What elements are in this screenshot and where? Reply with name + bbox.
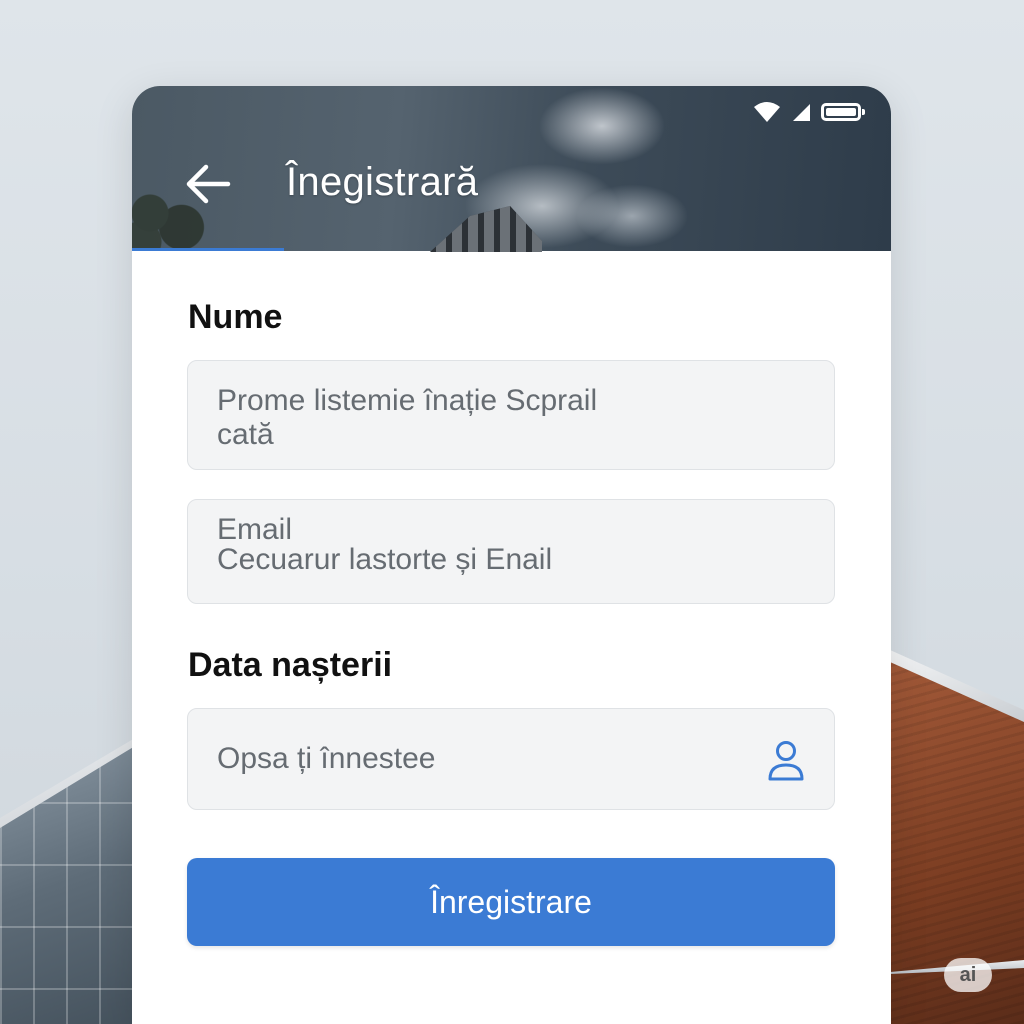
- back-button[interactable]: [178, 156, 238, 212]
- email-input-line1: Email: [217, 513, 293, 546]
- name-label: Nume: [188, 298, 283, 336]
- name-input[interactable]: Prome listemie înație Scprail cată: [187, 360, 835, 470]
- watermark-badge: ai: [944, 958, 992, 992]
- arrow-left-icon: [186, 164, 231, 204]
- user-icon[interactable]: [766, 739, 806, 781]
- register-button[interactable]: Înregistrare: [187, 858, 835, 946]
- wifi-icon: [754, 102, 780, 122]
- header-tab-indicator: [132, 248, 284, 251]
- email-input[interactable]: Email Cecuarur lastorte și Enail: [187, 499, 835, 604]
- status-bar: [753, 100, 865, 124]
- page-title: Înegistrară: [286, 160, 479, 204]
- name-input-line2: cată: [217, 418, 274, 451]
- birth-date-input-text: Opsa ți înnestee: [217, 742, 436, 775]
- app-header: Înegistrară: [132, 86, 891, 252]
- battery-icon: [821, 103, 865, 121]
- header-building-decoration: [430, 206, 542, 252]
- birth-date-input[interactable]: Opsa ți înnestee: [187, 708, 835, 810]
- birth-date-label: Data nașterii: [188, 646, 393, 684]
- phone-screen: Înegistrară Nume Prome listemie înație S…: [132, 86, 891, 1024]
- email-input-line2: Cecuarur lastorte și Enail: [217, 543, 553, 576]
- name-input-line1: Prome listemie înație Scprail: [217, 384, 598, 417]
- signal-icon: [793, 104, 810, 121]
